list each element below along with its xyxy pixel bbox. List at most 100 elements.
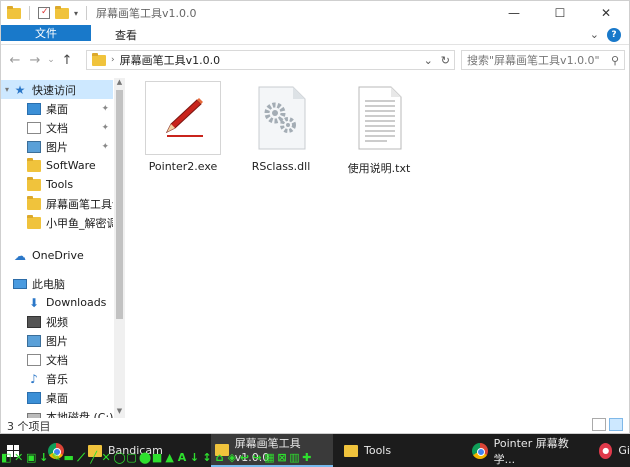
large-icons-view-icon[interactable]	[609, 418, 623, 431]
pointer-tool-15-icon[interactable]: A	[177, 451, 187, 465]
sidebar-item-pen-tool-folder[interactable]: 屏幕画笔工具v1.	[1, 194, 113, 213]
sidebar-item-label: Downloads	[46, 296, 107, 309]
picture-icon	[27, 334, 41, 347]
pointer-tool-22-icon[interactable]: ▦	[264, 451, 274, 465]
sidebar-item-label: 桌面	[46, 391, 68, 405]
sidebar-item-desktop[interactable]: 桌面 ✦	[1, 99, 113, 118]
sidebar-item-music[interactable]: ♪ 音乐	[1, 369, 113, 388]
pointer-tool-1-icon[interactable]: ◧	[1, 451, 11, 465]
sidebar-item-onedrive[interactable]: ☁ OneDrive	[1, 246, 113, 265]
tab-file[interactable]: 文件	[1, 25, 91, 41]
pointer-tool-17-icon[interactable]: ↕	[202, 451, 212, 465]
sidebar-item-debug-folder[interactable]: 小甲鱼_解密调试	[1, 213, 113, 232]
collapse-chevron-icon[interactable]: ▾	[1, 85, 13, 94]
pointer-tool-23-icon[interactable]: ⊠	[277, 451, 287, 465]
sidebar-item-label: 图片	[46, 140, 68, 154]
pointer-tool-19-icon[interactable]: ◈	[227, 451, 237, 465]
title-bar[interactable]: ✓ ▾ 屏幕画笔工具v1.0.0 — ☐ ✕	[1, 1, 629, 25]
tab-view[interactable]: 查看	[101, 25, 151, 44]
taskbar-item-tools[interactable]: Tools	[340, 434, 458, 467]
scroll-down-icon[interactable]: ▼	[114, 407, 125, 418]
pointer-tool-2-icon[interactable]: ✕	[13, 451, 23, 465]
sidebar-item-label: 图片	[46, 334, 68, 348]
sidebar-item-label: 文档	[46, 353, 68, 367]
gif-recorder-icon: ●	[599, 442, 613, 459]
scroll-thumb[interactable]	[116, 90, 123, 319]
sidebar-item-documents-pc[interactable]: 文档	[1, 350, 113, 369]
customize-toolbar-icon[interactable]: ▾	[74, 9, 78, 18]
pointer-tool-9-icon[interactable]: ✕	[101, 451, 111, 465]
sidebar-item-documents[interactable]: 文档 ✦	[1, 118, 113, 137]
sidebar-item-videos[interactable]: 视频	[1, 312, 113, 331]
pointer-tool-18-icon[interactable]: ⌂	[214, 451, 224, 465]
sidebar-item-downloads[interactable]: ⬇ Downloads	[1, 293, 113, 312]
sidebar-item-label: 音乐	[46, 372, 68, 386]
close-button[interactable]: ✕	[583, 1, 629, 25]
refresh-icon[interactable]: ↻	[441, 54, 450, 67]
pointer-tool-16-icon[interactable]: ↓	[189, 451, 199, 465]
sidebar-item-label: 此电脑	[32, 277, 65, 291]
minimize-button[interactable]: —	[491, 1, 537, 25]
pen-exe-icon	[145, 81, 221, 155]
pointer-tool-20-icon[interactable]: ↩	[239, 451, 249, 465]
sidebar-item-software[interactable]: SoftWare	[1, 156, 113, 175]
sidebar-item-label: 屏幕画笔工具v1.	[46, 197, 113, 211]
details-view-icon[interactable]	[592, 418, 606, 431]
pointer-tool-6-icon[interactable]: ▬	[63, 451, 73, 465]
pointer-tool-10-icon[interactable]: ◯	[113, 451, 125, 465]
sidebar-item-quick-access[interactable]: ▾ ★ 快速访问	[1, 80, 113, 99]
pin-icon: ✦	[101, 141, 109, 152]
sidebar-item-local-disk[interactable]: 本地磁盘 (C:)	[1, 407, 113, 418]
taskbar-item-gif[interactable]: ● Gi	[595, 434, 630, 467]
document-icon	[27, 121, 41, 134]
computer-icon	[13, 278, 27, 289]
breadcrumb-current[interactable]: 屏幕画笔工具v1.0.0	[120, 52, 221, 68]
breadcrumb-chevron-icon[interactable]: ›	[111, 55, 115, 65]
maximize-button[interactable]: ☐	[537, 1, 583, 25]
text-file-icon	[341, 81, 417, 155]
ribbon-tabs: 文件 主页 共享 查看 ⌄ ?	[1, 25, 629, 45]
pointer-tool-8-icon[interactable]: ╱	[88, 451, 98, 465]
pointer-tool-4-icon[interactable]: ↓	[38, 451, 48, 465]
pointer-tool-25-icon[interactable]: ✚	[302, 451, 312, 465]
up-button[interactable]: ↑	[57, 53, 77, 68]
help-icon[interactable]: ?	[607, 27, 621, 42]
address-dropdown-icon[interactable]: ⌄	[424, 54, 433, 67]
sidebar-item-pictures-pc[interactable]: 图片	[1, 331, 113, 350]
pointer-tool-7-icon[interactable]: ⟋	[76, 451, 86, 465]
address-bar[interactable]: › 屏幕画笔工具v1.0.0 ⌄ ↻	[86, 50, 455, 70]
sidebar-item-this-pc[interactable]: 此电脑	[1, 274, 113, 293]
file-name: 使用说明.txt	[347, 162, 411, 175]
taskbar-item-chrome[interactable]: Pointer 屏幕教学...	[468, 434, 588, 467]
back-button[interactable]: ←	[5, 53, 25, 68]
pointer-tool-21-icon[interactable]: ↪	[252, 451, 262, 465]
file-item[interactable]: RSclass.dll	[236, 81, 326, 173]
sidebar-item-tools[interactable]: Tools	[1, 175, 113, 194]
new-folder-icon[interactable]	[55, 5, 69, 19]
pointer-tool-12-icon[interactable]: ⬤	[139, 451, 151, 465]
sidebar-item-pictures[interactable]: 图片 ✦	[1, 137, 113, 156]
folder-icon	[27, 176, 41, 191]
sidebar-item-desktop-pc[interactable]: 桌面	[1, 388, 113, 407]
pointer-tool-14-icon[interactable]: ▲	[164, 451, 174, 465]
file-item[interactable]: 使用说明.txt	[334, 81, 424, 176]
folder-icon	[344, 444, 358, 457]
pointer-tool-5-icon[interactable]: ✎	[51, 451, 61, 465]
properties-icon[interactable]: ✓	[38, 7, 50, 19]
view-buttons	[592, 418, 623, 431]
pointer-tool-24-icon[interactable]: ▥	[289, 451, 299, 465]
sidebar-item-label: SoftWare	[46, 159, 96, 172]
file-item[interactable]: Pointer2.exe	[138, 81, 228, 173]
search-input[interactable]: 搜索"屏幕画笔工具v1.0.0" ⚲	[461, 50, 625, 70]
desktop-icon	[27, 102, 41, 115]
pointer-tool-11-icon[interactable]: ▢	[126, 451, 136, 465]
nav-scrollbar[interactable]: ▲ ▼	[114, 78, 125, 418]
divider	[86, 6, 88, 20]
recent-locations-button[interactable]: ⌄	[45, 55, 57, 65]
pointer-tool-13-icon[interactable]: ■	[152, 451, 162, 465]
expand-ribbon-icon[interactable]: ⌄	[590, 28, 599, 41]
pointer-tool-3-icon[interactable]: ▣	[26, 451, 36, 465]
sidebar-item-label: OneDrive	[32, 249, 84, 262]
forward-button[interactable]: →	[25, 53, 45, 68]
scroll-up-icon[interactable]: ▲	[114, 78, 125, 89]
